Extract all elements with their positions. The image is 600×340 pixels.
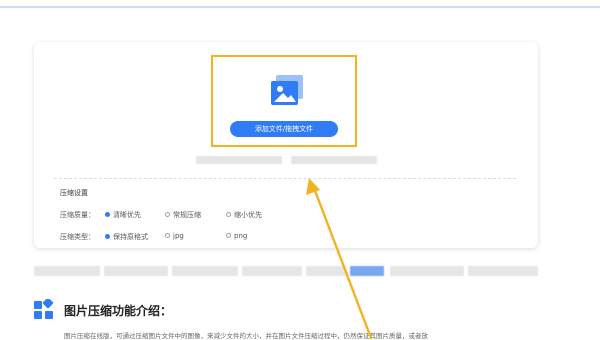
radio[interactable] <box>226 211 231 217</box>
highlighted-segment <box>350 266 384 276</box>
redacted-text <box>468 266 538 276</box>
redacted-text <box>306 266 346 276</box>
radio-selected[interactable] <box>105 233 110 239</box>
image-icon <box>271 75 303 105</box>
option-label: 保持原格式 <box>113 233 148 241</box>
redacted-text <box>242 266 302 276</box>
radio[interactable] <box>165 211 170 217</box>
redacted-text <box>34 266 100 276</box>
redacted-text <box>196 156 282 164</box>
option-label: 缩小优先 <box>234 211 262 219</box>
intro-text: 图片压缩在线版，可通过压缩图片文件中的图像，来减少文件的大小，并在图片文件压缩过… <box>64 332 428 340</box>
format-option-original[interactable]: 保持原格式 <box>105 232 148 242</box>
add-file-button[interactable]: 添加文件/拖拽文件 <box>230 121 338 137</box>
dashed-divider <box>54 178 516 179</box>
quality-option-small[interactable]: 缩小优先 <box>226 210 262 220</box>
radio[interactable] <box>165 232 170 238</box>
quality-option-normal[interactable]: 常规压缩 <box>165 210 201 220</box>
radio[interactable] <box>226 232 231 238</box>
redacted-text <box>172 266 238 276</box>
format-option-jpg[interactable]: jpg <box>165 232 184 240</box>
redacted-text <box>104 266 168 276</box>
option-label: png <box>234 232 248 240</box>
intro-title: 图片压缩功能介绍： <box>64 304 173 318</box>
upload-dropzone[interactable]: 添加文件/拖拽文件 <box>211 55 357 147</box>
radio-selected[interactable] <box>105 211 110 217</box>
format-label: 压缩类型： <box>60 233 95 241</box>
option-label: 常规压缩 <box>173 211 201 219</box>
redacted-text <box>390 266 464 276</box>
compress-panel: 添加文件/拖拽文件 压缩设置 压缩质量： 清晰优先 常规压缩 缩小优先 压缩类型… <box>34 42 538 248</box>
quality-label: 压缩质量： <box>60 211 95 219</box>
settings-title: 压缩设置 <box>60 189 88 197</box>
quality-option-clear[interactable]: 清晰优先 <box>105 210 141 220</box>
option-label: 清晰优先 <box>113 211 141 219</box>
redacted-text <box>291 156 377 164</box>
blurred-toolbar <box>34 266 538 276</box>
option-label: jpg <box>173 232 184 240</box>
top-divider <box>0 6 600 8</box>
grid-icon <box>34 299 54 319</box>
format-option-png[interactable]: png <box>226 232 247 240</box>
